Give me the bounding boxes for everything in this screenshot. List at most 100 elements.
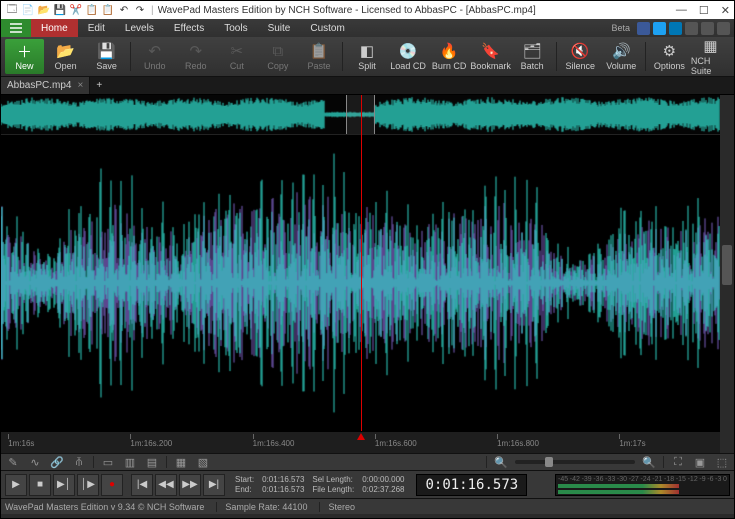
cut-button[interactable]: ✂Cut — [217, 39, 256, 74]
bookmark-icon: 🔖 — [481, 42, 500, 60]
tab-edit[interactable]: Edit — [78, 19, 115, 37]
disk-icon: 💾 — [97, 42, 116, 60]
level-meter: -45-42-39-36-33-30-27-24-21-18-15-12-9-6… — [555, 474, 730, 496]
pencil-tool-icon[interactable]: ✎ — [5, 455, 21, 469]
scissors-icon: ✂ — [231, 42, 244, 60]
twitter-icon[interactable] — [653, 22, 666, 35]
load-cd-button[interactable]: 💿Load CD — [389, 39, 428, 74]
zoom-out-icon[interactable]: 🔍 — [493, 455, 509, 469]
rewind-button[interactable]: ◀◀ — [155, 474, 177, 496]
wave-tool-icon[interactable]: ∿ — [27, 455, 43, 469]
ribbon: ＋New 📂Open 💾Save ↶Undo ↷Redo ✂Cut ⧉Copy … — [1, 37, 734, 77]
go-start-button[interactable]: |◀ — [131, 474, 153, 496]
view-tool-5-icon[interactable]: ▧ — [195, 455, 211, 469]
split-icon: ◧ — [360, 42, 374, 60]
open-button[interactable]: 📂Open — [46, 39, 85, 74]
play-from-button[interactable]: │▶ — [77, 474, 99, 496]
play-loop-button[interactable]: ▶│ — [53, 474, 75, 496]
help-icon[interactable] — [717, 22, 730, 35]
view-tool-3-icon[interactable]: ▤ — [144, 455, 160, 469]
options-button[interactable]: ⚙Options — [650, 39, 689, 74]
app-menu-button[interactable] — [1, 19, 31, 37]
new-icon[interactable]: 📄 — [21, 3, 35, 17]
clipboard-icon: 📋 — [310, 42, 329, 60]
copy-icon: ⧉ — [273, 42, 284, 60]
forward-button[interactable]: ▶▶ — [179, 474, 201, 496]
zoom-in-icon[interactable]: 🔍 — [641, 455, 657, 469]
stop-button[interactable]: ■ — [29, 474, 51, 496]
window-title: WavePad Masters Edition by NCH Software … — [158, 5, 676, 16]
zoom-slider[interactable] — [515, 460, 635, 464]
save-button[interactable]: 💾Save — [87, 39, 126, 74]
status-app: WavePad Masters Edition v 9.34 © NCH Sof… — [5, 502, 204, 512]
linkedin-icon[interactable] — [669, 22, 682, 35]
beta-label[interactable]: Beta — [611, 23, 630, 33]
volume-icon: 🔊 — [612, 42, 631, 60]
close-tab-icon[interactable]: × — [77, 80, 83, 91]
share-icon[interactable] — [685, 22, 698, 35]
paste-icon[interactable]: 📋 — [101, 3, 115, 17]
redo-button[interactable]: ↷Redo — [176, 39, 215, 74]
tab-tools[interactable]: Tools — [214, 19, 257, 37]
suite-icon: ▦ — [703, 37, 717, 55]
open-icon[interactable]: 📂 — [37, 3, 51, 17]
file-tab[interactable]: AbbasPC.mp4 × — [1, 77, 90, 94]
plus-icon: ＋ — [17, 42, 32, 60]
batch-button[interactable]: 🗂Batch — [513, 39, 552, 74]
transport-bar: ▶ ■ ▶│ │▶ ● |◀ ◀◀ ▶▶ ▶| Start:0:01:16.57… — [1, 470, 734, 498]
burn-cd-button[interactable]: 🔥Burn CD — [430, 39, 469, 74]
zoom-thumb[interactable] — [545, 457, 553, 467]
undo-arrow-icon: ↶ — [148, 42, 161, 60]
zoom-fit-icon[interactable]: ⛶ — [670, 455, 686, 469]
bookmark-button[interactable]: 🔖Bookmark — [471, 39, 511, 74]
paste-button[interactable]: 📋Paste — [299, 39, 338, 74]
playhead[interactable] — [361, 95, 362, 431]
view-tool-1-icon[interactable]: ▭ — [100, 455, 116, 469]
view-tool-2-icon[interactable]: ▥ — [122, 455, 138, 469]
undo-icon[interactable]: ↶ — [117, 3, 131, 17]
link-tool-icon[interactable]: 🔗 — [49, 455, 65, 469]
redo-icon[interactable]: ↷ — [133, 3, 147, 17]
new-button[interactable]: ＋New — [5, 39, 44, 74]
gear-icon: ⚙ — [663, 42, 676, 60]
facebook-icon[interactable] — [637, 22, 650, 35]
cd-burn-icon: 🔥 — [440, 42, 459, 60]
record-button[interactable]: ● — [101, 474, 123, 496]
snap-tool-icon[interactable]: ⫚ — [71, 455, 87, 469]
tab-custom[interactable]: Custom — [300, 19, 354, 37]
vertical-scrollbar[interactable] — [720, 95, 734, 453]
scrollbar-thumb[interactable] — [722, 245, 732, 285]
close-button[interactable]: ✕ — [721, 4, 730, 17]
nch-suite-button[interactable]: ▦NCH Suite — [691, 39, 730, 74]
split-button[interactable]: ◧Split — [347, 39, 386, 74]
cut-icon[interactable]: ✂️ — [69, 3, 83, 17]
tab-home[interactable]: Home — [31, 19, 78, 37]
copy-icon[interactable]: 📋 — [85, 3, 99, 17]
go-end-button[interactable]: ▶| — [203, 474, 225, 496]
mute-icon: 🔇 — [571, 42, 590, 60]
current-time-display: 0:01:16.573 — [416, 474, 527, 496]
save-icon[interactable]: 💾 — [53, 3, 67, 17]
settings-icon[interactable] — [701, 22, 714, 35]
app-icon: 🗔 — [5, 3, 19, 17]
editor-area: 1m:16s 1m:16s.200 1m:16s.400 1m:16s.600 … — [1, 95, 734, 453]
play-button[interactable]: ▶ — [5, 474, 27, 496]
edit-tools-row: ✎ ∿ 🔗 ⫚ ▭ ▥ ▤ ▦ ▧ 🔍 🔍 ⛶ ▣ ⬚ — [1, 453, 734, 470]
maximize-button[interactable]: ☐ — [699, 4, 709, 17]
minimize-button[interactable]: — — [676, 4, 687, 17]
tab-effects[interactable]: Effects — [164, 19, 214, 37]
zoom-full-icon[interactable]: ⬚ — [714, 455, 730, 469]
tab-suite[interactable]: Suite — [258, 19, 301, 37]
time-info: Start:0:01:16.573 Sel Length:0:00:00.000… — [235, 475, 404, 494]
undo-button[interactable]: ↶Undo — [135, 39, 174, 74]
tab-levels[interactable]: Levels — [115, 19, 164, 37]
waveform-panel[interactable]: 1m:16s 1m:16s.200 1m:16s.400 1m:16s.600 … — [1, 95, 720, 453]
playhead-marker-icon — [357, 433, 365, 440]
copy-button[interactable]: ⧉Copy — [258, 39, 297, 74]
zoom-sel-icon[interactable]: ▣ — [692, 455, 708, 469]
silence-button[interactable]: 🔇Silence — [561, 39, 600, 74]
quick-access-toolbar: 🗔 📄 📂 💾 ✂️ 📋 📋 ↶ ↷ — [5, 3, 147, 17]
add-tab-button[interactable]: + — [90, 77, 108, 94]
volume-button[interactable]: 🔊Volume — [602, 39, 641, 74]
view-tool-4-icon[interactable]: ▦ — [173, 455, 189, 469]
